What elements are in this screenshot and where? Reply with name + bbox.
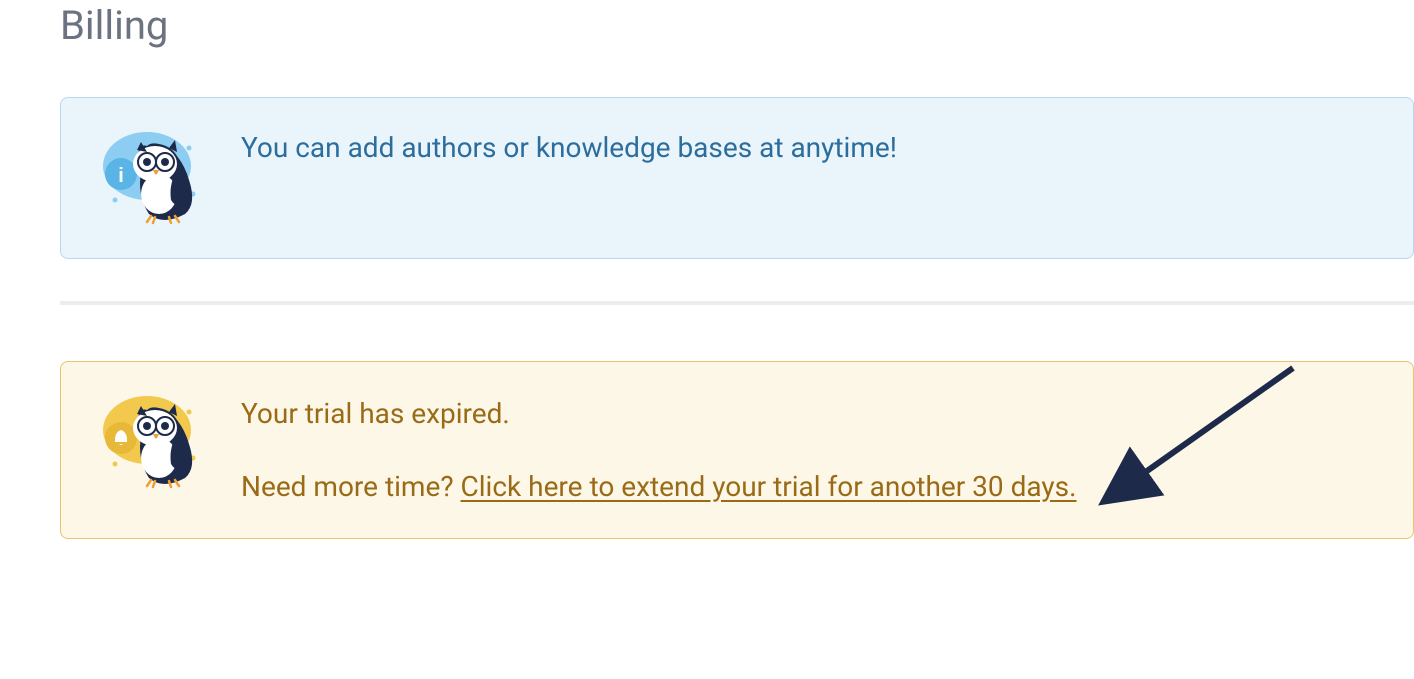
- info-alert-message: You can add authors or knowledge bases a…: [241, 126, 1377, 167]
- warning-alert-title: Your trial has expired.: [241, 392, 1377, 437]
- page-title: Billing: [60, 2, 1414, 49]
- warning-alert-subtext: Need more time? Click here to extend you…: [241, 465, 1377, 510]
- owl-bell-icon: [97, 386, 205, 494]
- info-alert: i Yo: [60, 97, 1414, 259]
- warning-alert: Your trial has expired. Need more time? …: [60, 361, 1414, 539]
- svg-text:i: i: [118, 165, 124, 187]
- warning-subtext-prefix: Need more time?: [241, 470, 461, 503]
- owl-info-icon: i: [97, 122, 205, 230]
- divider: [60, 301, 1414, 305]
- extend-trial-link[interactable]: Click here to extend your trial for anot…: [461, 470, 1077, 503]
